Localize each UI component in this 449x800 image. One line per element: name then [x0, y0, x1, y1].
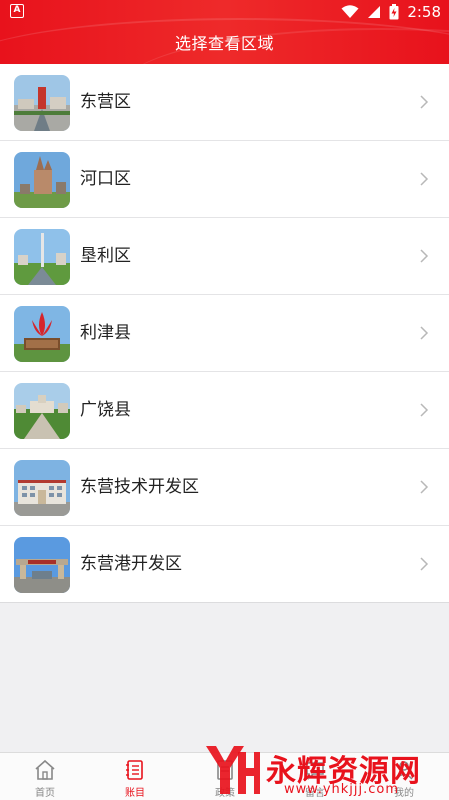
tab-message[interactable]: 留言	[270, 753, 360, 800]
region-label: 东营港开发区	[80, 554, 182, 574]
region-thumbnail	[14, 537, 70, 593]
tab-home[interactable]: 首页	[0, 753, 90, 800]
region-item-guangrao[interactable]: 广饶县	[0, 372, 449, 449]
tab-label: 我的	[394, 788, 414, 799]
region-thumbnail	[14, 306, 70, 362]
tab-policy[interactable]: 政策	[180, 753, 270, 800]
page-title: 选择查看区域	[174, 34, 274, 53]
tab-label: 账目	[125, 788, 145, 799]
region-item-hekou[interactable]: 河口区	[0, 141, 449, 218]
chevron-right-icon	[420, 95, 429, 109]
region-label: 利津县	[80, 323, 131, 343]
status-bar: A 2:58	[0, 0, 449, 24]
chevron-right-icon	[420, 326, 429, 340]
app-header: A 2:58 选择查看区域	[0, 0, 449, 64]
region-list: 东营区 河口区 垦利区 利津县 广饶县 东营技术开发区 东营港开发区	[0, 64, 449, 603]
region-item-dongying[interactable]: 东营区	[0, 64, 449, 141]
region-label: 垦利区	[80, 246, 131, 266]
chevron-right-icon	[420, 172, 429, 186]
tab-label: 留言	[305, 788, 325, 799]
chevron-right-icon	[420, 403, 429, 417]
bottom-nav: 首页 账目 政策 留言 我的	[0, 752, 449, 800]
region-label: 东营区	[80, 92, 131, 112]
region-label: 广饶县	[80, 400, 131, 420]
tab-label: 首页	[35, 788, 55, 799]
region-label: 河口区	[80, 169, 131, 189]
status-time: 2:58	[407, 3, 441, 21]
region-thumbnail	[14, 75, 70, 131]
user-icon	[395, 761, 413, 780]
region-item-dongying-tech-zone[interactable]: 东营技术开发区	[0, 449, 449, 526]
chevron-right-icon	[420, 249, 429, 263]
message-icon	[306, 762, 324, 780]
status-app-badge: A	[10, 4, 24, 18]
region-item-lijin[interactable]: 利津县	[0, 295, 449, 372]
region-thumbnail	[14, 460, 70, 516]
tab-label: 政策	[215, 788, 235, 799]
status-icons: 2:58	[341, 2, 441, 22]
region-thumbnail	[14, 383, 70, 439]
chevron-right-icon	[420, 480, 429, 494]
ledger-icon	[126, 760, 143, 780]
region-item-kenli[interactable]: 垦利区	[0, 218, 449, 295]
region-label: 东营技术开发区	[80, 477, 199, 497]
home-icon	[35, 759, 55, 780]
tab-profile[interactable]: 我的	[359, 753, 449, 800]
policy-icon	[217, 760, 233, 780]
battery-icon	[389, 4, 399, 20]
region-item-dongying-port-zone[interactable]: 东营港开发区	[0, 526, 449, 603]
signal-icon	[368, 6, 381, 18]
chevron-right-icon	[420, 557, 429, 571]
region-thumbnail	[14, 229, 70, 285]
wifi-icon	[341, 5, 359, 18]
region-thumbnail	[14, 152, 70, 208]
tab-ledger[interactable]: 账目	[90, 753, 180, 800]
